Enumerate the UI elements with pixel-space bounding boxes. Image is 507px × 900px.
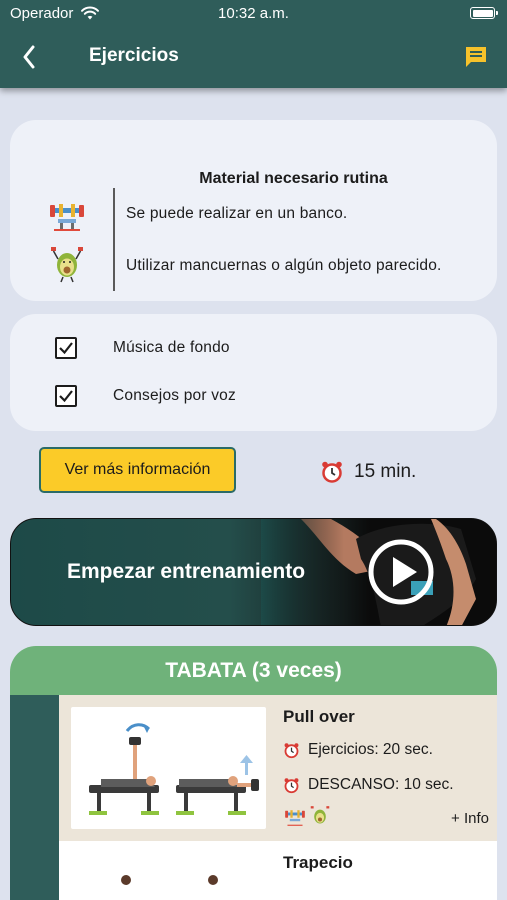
status-time: 10:32 a.m. bbox=[218, 5, 289, 22]
tabata-section: TABATA (3 veces) Pull over Ejercicios: 2… bbox=[10, 646, 497, 900]
more-info-button[interactable]: Ver más información bbox=[39, 447, 236, 493]
alarm-clock-icon bbox=[284, 777, 299, 793]
bench-icon bbox=[50, 204, 84, 231]
status-bar: Operador 10:32 a.m. bbox=[0, 0, 507, 28]
option-background-music[interactable]: Música de fondo bbox=[10, 328, 497, 368]
avocado-dumbbell-icon bbox=[51, 247, 83, 283]
material-title: Material necesario rutina bbox=[199, 170, 388, 187]
duration: 15 min. bbox=[320, 459, 416, 485]
check-icon bbox=[59, 342, 73, 355]
battery-icon bbox=[470, 7, 498, 19]
avocado-dumbbell-icon bbox=[310, 806, 330, 824]
exercise-thumbnail bbox=[71, 707, 266, 829]
voice-tips-label: Consejos por voz bbox=[113, 387, 236, 404]
tabata-title: TABATA (3 veces) bbox=[10, 646, 497, 695]
alarm-clock-icon bbox=[284, 742, 299, 758]
exercise-item-pull-over[interactable]: Pull over Ejercicios: 20 sec. DESCANSO: … bbox=[59, 695, 497, 841]
rest-time: DESCANSO: 10 sec. bbox=[308, 776, 454, 793]
exercise-item-trapecio[interactable]: Trapecio bbox=[59, 841, 497, 900]
back-button[interactable] bbox=[14, 40, 44, 74]
chat-icon[interactable] bbox=[463, 44, 489, 70]
material-divider bbox=[113, 188, 115, 291]
start-training-label: Empezar entrenamiento bbox=[67, 560, 306, 583]
exercise-time: Ejercicios: 20 sec. bbox=[308, 741, 433, 758]
background-music-label: Música de fondo bbox=[113, 339, 230, 356]
material-card: Material necesario rutina Se puede reali… bbox=[10, 120, 497, 301]
page-title: Ejercicios bbox=[89, 45, 179, 66]
more-info-link[interactable]: + Info bbox=[451, 810, 489, 827]
play-icon[interactable] bbox=[366, 537, 436, 607]
check-icon bbox=[59, 390, 73, 403]
exercise-time-row: Ejercicios: 20 sec. bbox=[283, 741, 433, 759]
tabata-stripe bbox=[10, 695, 59, 900]
alarm-clock-icon bbox=[322, 461, 342, 483]
rest-time-row: DESCANSO: 10 sec. bbox=[283, 776, 454, 794]
exercise-material-icons bbox=[283, 805, 331, 827]
chevron-left-icon bbox=[23, 45, 35, 69]
option-voice-tips[interactable]: Consejos por voz bbox=[10, 376, 497, 416]
material-bench-text: Se puede realizar en un banco. bbox=[126, 205, 348, 222]
voice-tips-checkbox[interactable] bbox=[55, 385, 77, 407]
bench-icon bbox=[285, 810, 305, 826]
exercise-name: Pull over bbox=[283, 707, 355, 726]
top-bar: Operador 10:32 a.m. Ejercicios bbox=[0, 0, 507, 88]
trapecio-illustration bbox=[121, 875, 218, 885]
exercise-name: Trapecio bbox=[283, 853, 353, 872]
pull-over-illustration bbox=[89, 723, 259, 815]
material-dumbbell-text: Utilizar mancuernas o algún objeto parec… bbox=[126, 257, 442, 274]
start-training-button[interactable]: Empezar entrenamiento bbox=[10, 518, 497, 626]
background-music-checkbox[interactable] bbox=[55, 337, 77, 359]
duration-text: 15 min. bbox=[354, 461, 417, 482]
options-card: Música de fondo Consejos por voz bbox=[10, 314, 497, 431]
